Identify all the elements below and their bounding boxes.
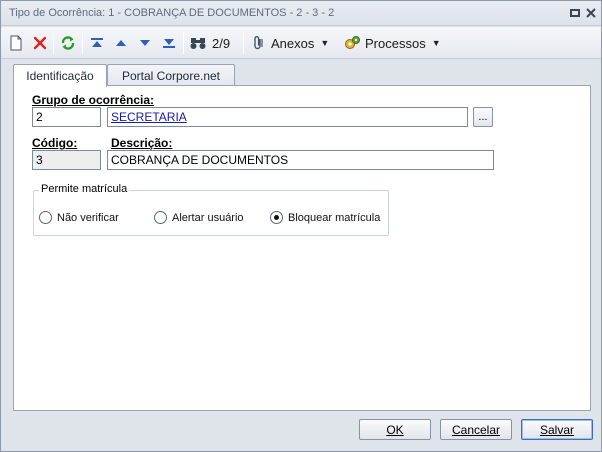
window-title: Tipo de Ocorrência: 1 - COBRANÇA DE DOCU… [9, 7, 335, 19]
save-button[interactable]: Salvar [521, 419, 593, 440]
radio-label: Alertar usuário [172, 211, 244, 224]
attachments-menu-button[interactable]: Anexos ▼ [251, 33, 335, 53]
record-position-text: 2/9 [212, 35, 231, 51]
restore-icon[interactable] [569, 7, 581, 19]
cancel-label: Cancelar [451, 422, 501, 437]
toolbar-separator [183, 32, 184, 54]
group-lookup-button[interactable]: ... [473, 107, 493, 127]
radio-alertar-usuario[interactable]: Alertar usuário [154, 211, 244, 224]
tab-identificacao[interactable]: Identificação [13, 64, 107, 87]
code-value: 3 [36, 153, 43, 167]
chevron-down-icon: ▼ [431, 38, 441, 48]
radio-label: Não verificar [57, 211, 119, 224]
find-button[interactable] [187, 33, 209, 53]
toolbar-separator [82, 32, 83, 54]
toolbar-separator [53, 32, 54, 54]
group-box-title: Permite matrícula [39, 183, 130, 195]
ok-button[interactable]: OK [359, 419, 431, 440]
last-record-button[interactable] [160, 33, 178, 53]
refresh-button[interactable] [58, 33, 78, 53]
radio-circle-icon [39, 211, 52, 224]
delete-button[interactable] [31, 33, 49, 53]
first-arrow-icon [91, 38, 103, 47]
identificacao-panel: Grupo de ocorrência: 2 SECRETARIA ... Có… [13, 85, 591, 411]
cancel-button[interactable]: Cancelar [440, 419, 512, 440]
dialog-window: Tipo de Ocorrência: 1 - COBRANÇA DE DOCU… [0, 0, 602, 452]
processes-label: Processos [365, 35, 426, 51]
refresh-icon [61, 36, 75, 50]
save-label: Salvar [539, 422, 574, 437]
radio-nao-verificar[interactable]: Não verificar [39, 211, 119, 224]
previous-record-button[interactable] [112, 33, 130, 53]
permite-matricula-group: Permite matrícula Não verificar Alertar … [33, 183, 389, 236]
tab-label: Identificação [26, 69, 94, 83]
group-code-input[interactable]: 2 [32, 107, 101, 127]
radio-label: Bloquear matrícula [288, 211, 381, 224]
radio-selected-icon [270, 211, 283, 224]
processes-menu-button[interactable]: Processos ▼ [343, 33, 443, 53]
new-document-icon [10, 35, 22, 51]
ok-label: OK [386, 422, 404, 437]
dialog-footer: OK Cancelar Salvar [1, 412, 601, 451]
description-label: Descrição: [111, 136, 173, 150]
next-record-button[interactable] [136, 33, 154, 53]
last-arrow-icon [163, 39, 175, 48]
group-name-link[interactable]: SECRETARIA [111, 110, 187, 124]
group-code-value: 2 [36, 110, 43, 124]
gears-icon [345, 36, 360, 49]
group-name-input[interactable]: SECRETARIA [107, 107, 468, 127]
radio-bloquear-matricula[interactable]: Bloquear matrícula [270, 211, 380, 224]
description-input[interactable]: COBRANÇA DE DOCUMENTOS [107, 150, 494, 170]
code-input[interactable]: 3 [32, 150, 101, 170]
close-icon[interactable] [585, 7, 597, 19]
radio-circle-icon [154, 211, 167, 224]
lookup-button-label: ... [478, 111, 488, 123]
description-value: COBRANÇA DE DOCUMENTOS [111, 153, 289, 167]
chevron-down-icon: ▼ [320, 38, 330, 48]
delete-x-icon [33, 36, 47, 50]
group-label: Grupo de ocorrência: [32, 93, 155, 107]
record-position: 2/9 [212, 33, 238, 53]
attachments-label: Anexos [271, 35, 315, 51]
code-label: Código: [32, 136, 78, 150]
tab-label: Portal Corpore.net [121, 68, 221, 83]
toolbar: 2/9 Anexos ▼ Processos ▼ [1, 27, 601, 59]
toolbar-separator [243, 32, 244, 54]
title-bar[interactable]: Tipo de Ocorrência: 1 - COBRANÇA DE DOCU… [1, 1, 601, 26]
down-arrow-icon [140, 40, 150, 46]
up-arrow-icon [116, 40, 126, 46]
new-record-button[interactable] [7, 33, 25, 53]
binoculars-icon [190, 38, 206, 49]
first-record-button[interactable] [88, 33, 106, 53]
tab-portal-corpore-net[interactable]: Portal Corpore.net [107, 64, 235, 86]
paperclip-icon [254, 36, 263, 50]
